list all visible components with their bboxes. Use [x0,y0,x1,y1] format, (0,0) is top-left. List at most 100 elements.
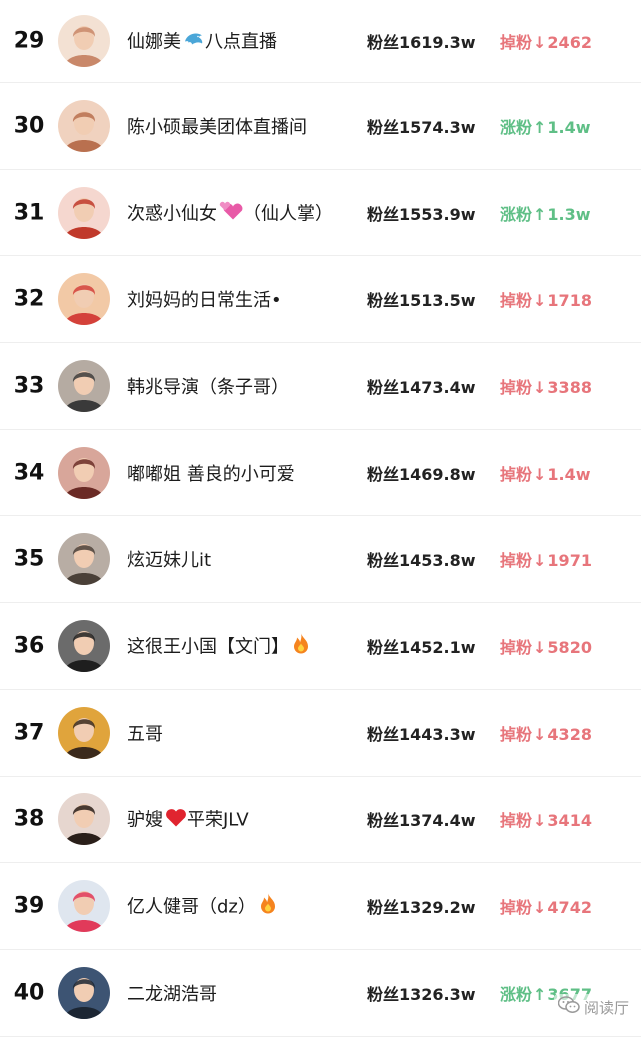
account-name-suffix: 平荣JLV [187,809,249,831]
watermark: 阅读厅 [553,994,633,1020]
fan-count: 粉丝1443.3w [367,724,476,744]
list-item[interactable]: 35 炫迈妹儿it 粉丝1453.8w 掉粉↓1971 [0,516,641,604]
arrow-down-icon: ↓ [533,811,547,831]
account-name[interactable]: 刘妈妈的日常生活• [127,286,282,312]
dolphin-icon [183,30,205,55]
fan-change-label: 掉粉 [500,551,533,571]
account-name[interactable]: 次惑小仙女 （仙人掌） [127,199,333,226]
account-name[interactable]: 二龙湖浩哥 [127,980,217,1006]
arrow-up-icon: ↑ [533,984,547,1004]
avatar[interactable] [58,273,110,326]
fan-count: 粉丝1619.3w [367,33,476,52]
arrow-down-icon: ↓ [533,898,547,918]
list-item[interactable]: 37 五哥 粉丝1443.3w 掉粉↓4328 [0,690,641,777]
account-name-text: 韩兆导演（条子哥） [127,376,289,398]
account-name[interactable]: 陈小硕最美团体直播间 [127,113,307,139]
avatar[interactable] [58,15,110,67]
avatar[interactable] [58,446,110,499]
arrow-down-icon: ↓ [533,724,547,744]
avatar[interactable] [58,966,110,1019]
account-name[interactable]: 驴嫂 平荣JLV [127,806,249,833]
rank-number: 32 [13,286,45,312]
fan-change-label: 掉粉 [500,464,533,484]
rank-number: 39 [13,893,45,919]
arrow-down-icon: ↓ [533,377,547,397]
fan-count: 粉丝1574.3w [367,117,476,137]
fan-count: 粉丝1473.4w [367,377,476,397]
account-name[interactable]: 炫迈妹儿it [127,546,211,572]
account-name-suffix: （仙人掌） [243,203,333,225]
fan-change-value: 4742 [547,898,592,918]
account-name-text: 这很王小国【文门】 [127,636,289,658]
fan-change-label: 掉粉 [500,33,533,52]
fan-change-value: 5820 [547,637,592,657]
fan-count: 粉丝1513.5w [367,291,476,311]
account-name[interactable]: 这很王小国【文门】 [127,632,311,659]
rank-number: 30 [13,113,45,139]
account-name[interactable]: 韩兆导演（条子哥） [127,373,289,399]
fan-change: 掉粉↓4328 [500,721,592,745]
fan-count: 粉丝1469.8w [367,464,476,484]
list-item[interactable]: 30 陈小硕最美团体直播间 粉丝1574.3w 涨粉↑1.4w [0,83,641,170]
avatar[interactable] [58,99,110,152]
rank-number: 34 [13,460,45,486]
account-name-text: 亿人健哥（dz） [127,896,256,918]
list-item[interactable]: 31 次惑小仙女 （仙人掌） 粉丝1553.9w 涨粉↑1.3w [0,170,641,257]
fan-change: 涨粉↑1.3w [500,201,591,225]
list-item[interactable]: 32 刘妈妈的日常生活• 粉丝1513.5w 掉粉↓1718 [0,256,641,344]
fan-change-value: 3388 [547,377,592,397]
avatar[interactable] [58,186,110,239]
fan-change-value: 1.4w [547,464,591,484]
account-name-text: 五哥 [127,723,163,745]
list-item[interactable]: 39 亿人健哥（dz） 粉丝1329.2w 掉粉↓4742 [0,863,641,950]
account-name[interactable]: 仙娜美 八点直播 [127,28,277,55]
fan-change-label: 涨粉 [500,984,533,1004]
fan-count: 粉丝1453.8w [367,551,476,571]
account-name[interactable]: 嘟嘟姐 善良的小可爱 [127,460,295,486]
fan-change-label: 掉粉 [500,724,533,744]
ranking-list: 29 仙娜美 八点直播 粉丝1619.3w 掉粉↓2462 30 陈小硕最美团体直播间 粉丝1… [0,0,641,1037]
fan-change-label: 掉粉 [500,377,533,397]
avatar[interactable] [58,359,110,412]
fan-count: 粉丝1553.9w [367,204,476,224]
account-name-text: 炫迈妹儿it [127,550,212,572]
fan-change-value: 4328 [547,724,592,744]
list-item[interactable]: 29 仙娜美 八点直播 粉丝1619.3w 掉粉↓2462 [0,0,641,83]
list-item[interactable]: 34 嘟嘟姐 善良的小可爱 粉丝1469.8w 掉粉↓1.4w [0,430,641,517]
account-name[interactable]: 五哥 [127,720,163,746]
fan-change-value: 2462 [547,33,592,52]
account-name-suffix: 八点直播 [205,31,277,53]
list-item[interactable]: 40二龙湖浩哥粉丝1326.3w涨粉↑3677 [0,950,641,1037]
heart-icon [165,808,187,833]
fan-count: 粉丝1452.1w [367,637,476,657]
arrow-down-icon: ↓ [533,33,547,52]
list-item[interactable]: 38 驴嫂 平荣JLV 粉丝1374.4w 掉粉↓3414 [0,777,641,864]
arrow-up-icon: ↑ [533,204,547,224]
rank-number: 29 [13,28,45,54]
fan-change-label: 涨粉 [500,204,533,224]
rank-number: 31 [13,200,45,226]
avatar[interactable] [58,706,110,759]
avatar[interactable] [58,619,110,672]
fire-icon [258,893,278,920]
arrow-up-icon: ↑ [533,117,547,137]
avatar[interactable] [58,533,110,586]
fan-change: 掉粉↓4742 [500,894,592,918]
fan-change-label: 掉粉 [500,898,533,918]
account-name-text: 二龙湖浩哥 [127,983,217,1005]
arrow-down-icon: ↓ [533,551,547,571]
list-item[interactable]: 36 这很王小国【文门】 粉丝1452.1w 掉粉↓5820 [0,603,641,690]
avatar[interactable] [58,793,110,846]
list-item[interactable]: 33 韩兆导演（条子哥） 粉丝1473.4w 掉粉↓3388 [0,343,641,430]
rank-number: 40 [13,980,45,1006]
arrow-down-icon: ↓ [533,464,547,484]
account-name[interactable]: 亿人健哥（dz） [127,893,278,920]
avatar[interactable] [58,880,110,933]
fire-icon [291,632,311,659]
fan-count: 粉丝1326.3w [367,984,476,1004]
account-name-text: 嘟嘟姐 善良的小可爱 [127,463,295,485]
watermark-text: 阅读厅 [583,998,629,1017]
rank-number: 37 [13,720,45,746]
rank-number: 35 [13,546,45,572]
fan-change-label: 掉粉 [500,811,533,831]
